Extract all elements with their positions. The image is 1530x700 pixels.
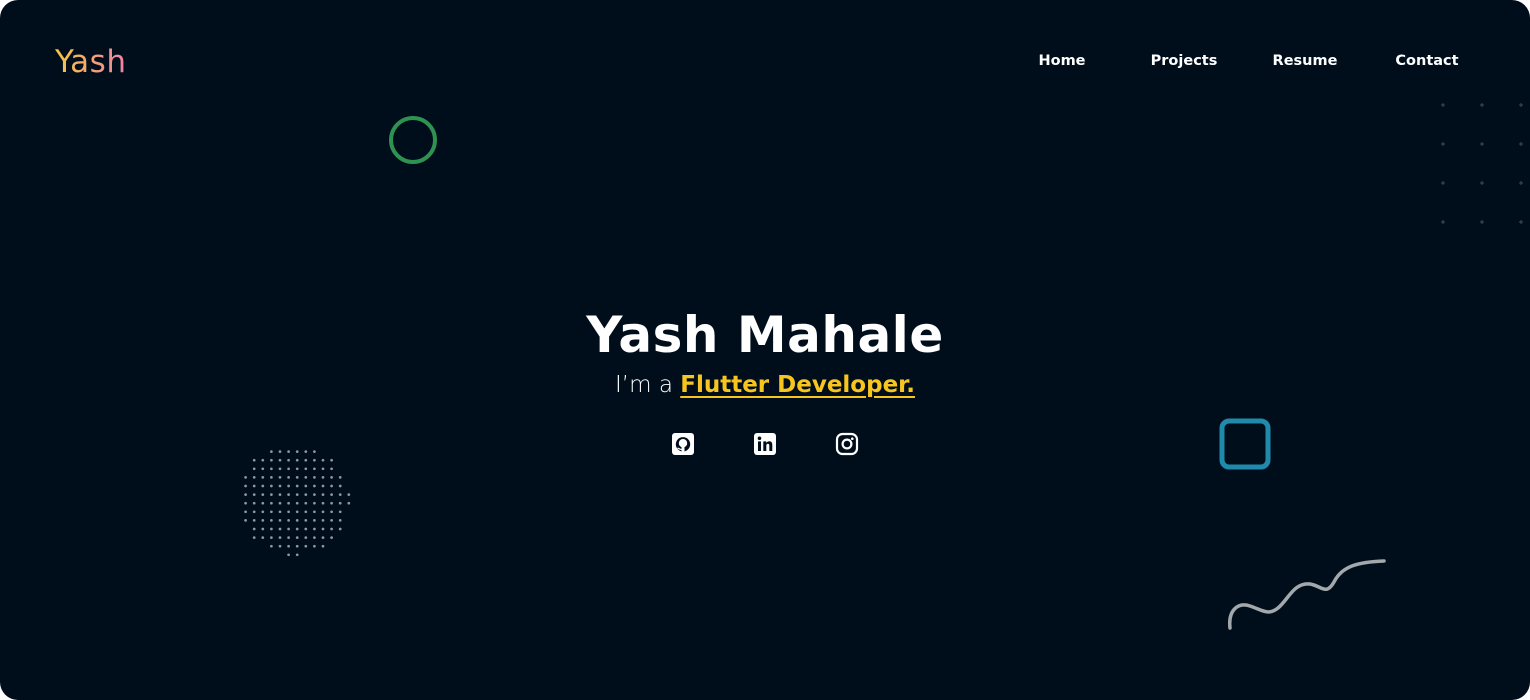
plus-grid-decoration (1441, 103, 1523, 224)
squiggle-decoration (1228, 559, 1386, 630)
dot-sphere-decoration (244, 450, 351, 557)
portfolio-page: Yash Home Projects Resume Contact Yash M… (0, 0, 1530, 700)
nav-projects[interactable]: Projects (1151, 53, 1218, 69)
hero-intro-prefix: I’m a (615, 372, 673, 398)
hero-name: Yash Mahale (586, 306, 944, 364)
instagram-icon[interactable] (835, 432, 859, 456)
main-nav: Home Projects Resume Contact (0, 53, 1530, 75)
hero-role[interactable]: Flutter Developer. (680, 372, 915, 398)
nav-contact[interactable]: Contact (1395, 53, 1458, 69)
linkedin-icon[interactable] (753, 432, 777, 456)
github-icon[interactable] (671, 432, 695, 456)
nav-home[interactable]: Home (1038, 53, 1085, 69)
hero-subtitle: I’m a Flutter Developer. (0, 370, 1530, 400)
blue-square-decoration (1219, 418, 1271, 470)
green-ring-decoration (389, 116, 437, 164)
nav-resume[interactable]: Resume (1273, 53, 1338, 69)
